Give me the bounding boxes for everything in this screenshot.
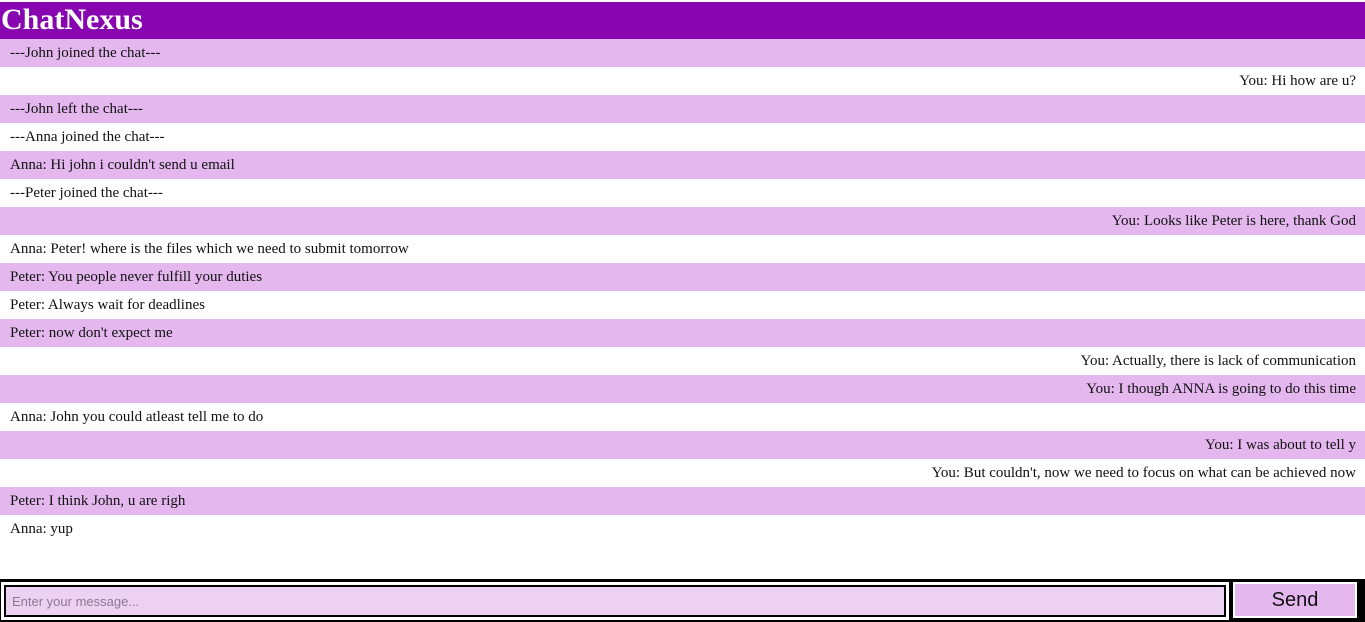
- message-row: You: Actually, there is lack of communic…: [0, 347, 1365, 375]
- message-row: You: Looks like Peter is here, thank God: [0, 207, 1365, 235]
- message-row: Anna: John you could atleast tell me to …: [0, 403, 1365, 431]
- message-row: ---John joined the chat---: [0, 39, 1365, 67]
- message-row: You: I though ANNA is going to do this t…: [0, 375, 1365, 403]
- message-row: ---Anna joined the chat---: [0, 123, 1365, 151]
- message-row: You: But couldn't, now we need to focus …: [0, 459, 1365, 487]
- message-row: ---Peter joined the chat---: [0, 179, 1365, 207]
- message-row: You: Hi how are u?: [0, 67, 1365, 95]
- message-row: ---John left the chat---: [0, 95, 1365, 123]
- send-button[interactable]: Send: [1233, 582, 1357, 618]
- app-title: ChatNexus: [1, 3, 143, 36]
- message-row: You: I was about to tell y: [0, 431, 1365, 459]
- message-row: Anna: yup: [0, 515, 1365, 543]
- message-row: Peter: I think John, u are righ: [0, 487, 1365, 515]
- app-header: ChatNexus: [0, 2, 1365, 39]
- message-row: Peter: now don't expect me: [0, 319, 1365, 347]
- message-list[interactable]: ---John joined the chat--- You: Hi how ar…: [0, 39, 1365, 579]
- compose-bar: Send: [0, 579, 1365, 622]
- message-row: Peter: Always wait for deadlines: [0, 291, 1365, 319]
- message-row: Anna: Hi john i couldn't send u email: [0, 151, 1365, 179]
- message-input[interactable]: [1, 582, 1229, 620]
- message-row: Peter: You people never fulfill your dut…: [0, 263, 1365, 291]
- message-row: Anna: Peter! where is the files which we…: [0, 235, 1365, 263]
